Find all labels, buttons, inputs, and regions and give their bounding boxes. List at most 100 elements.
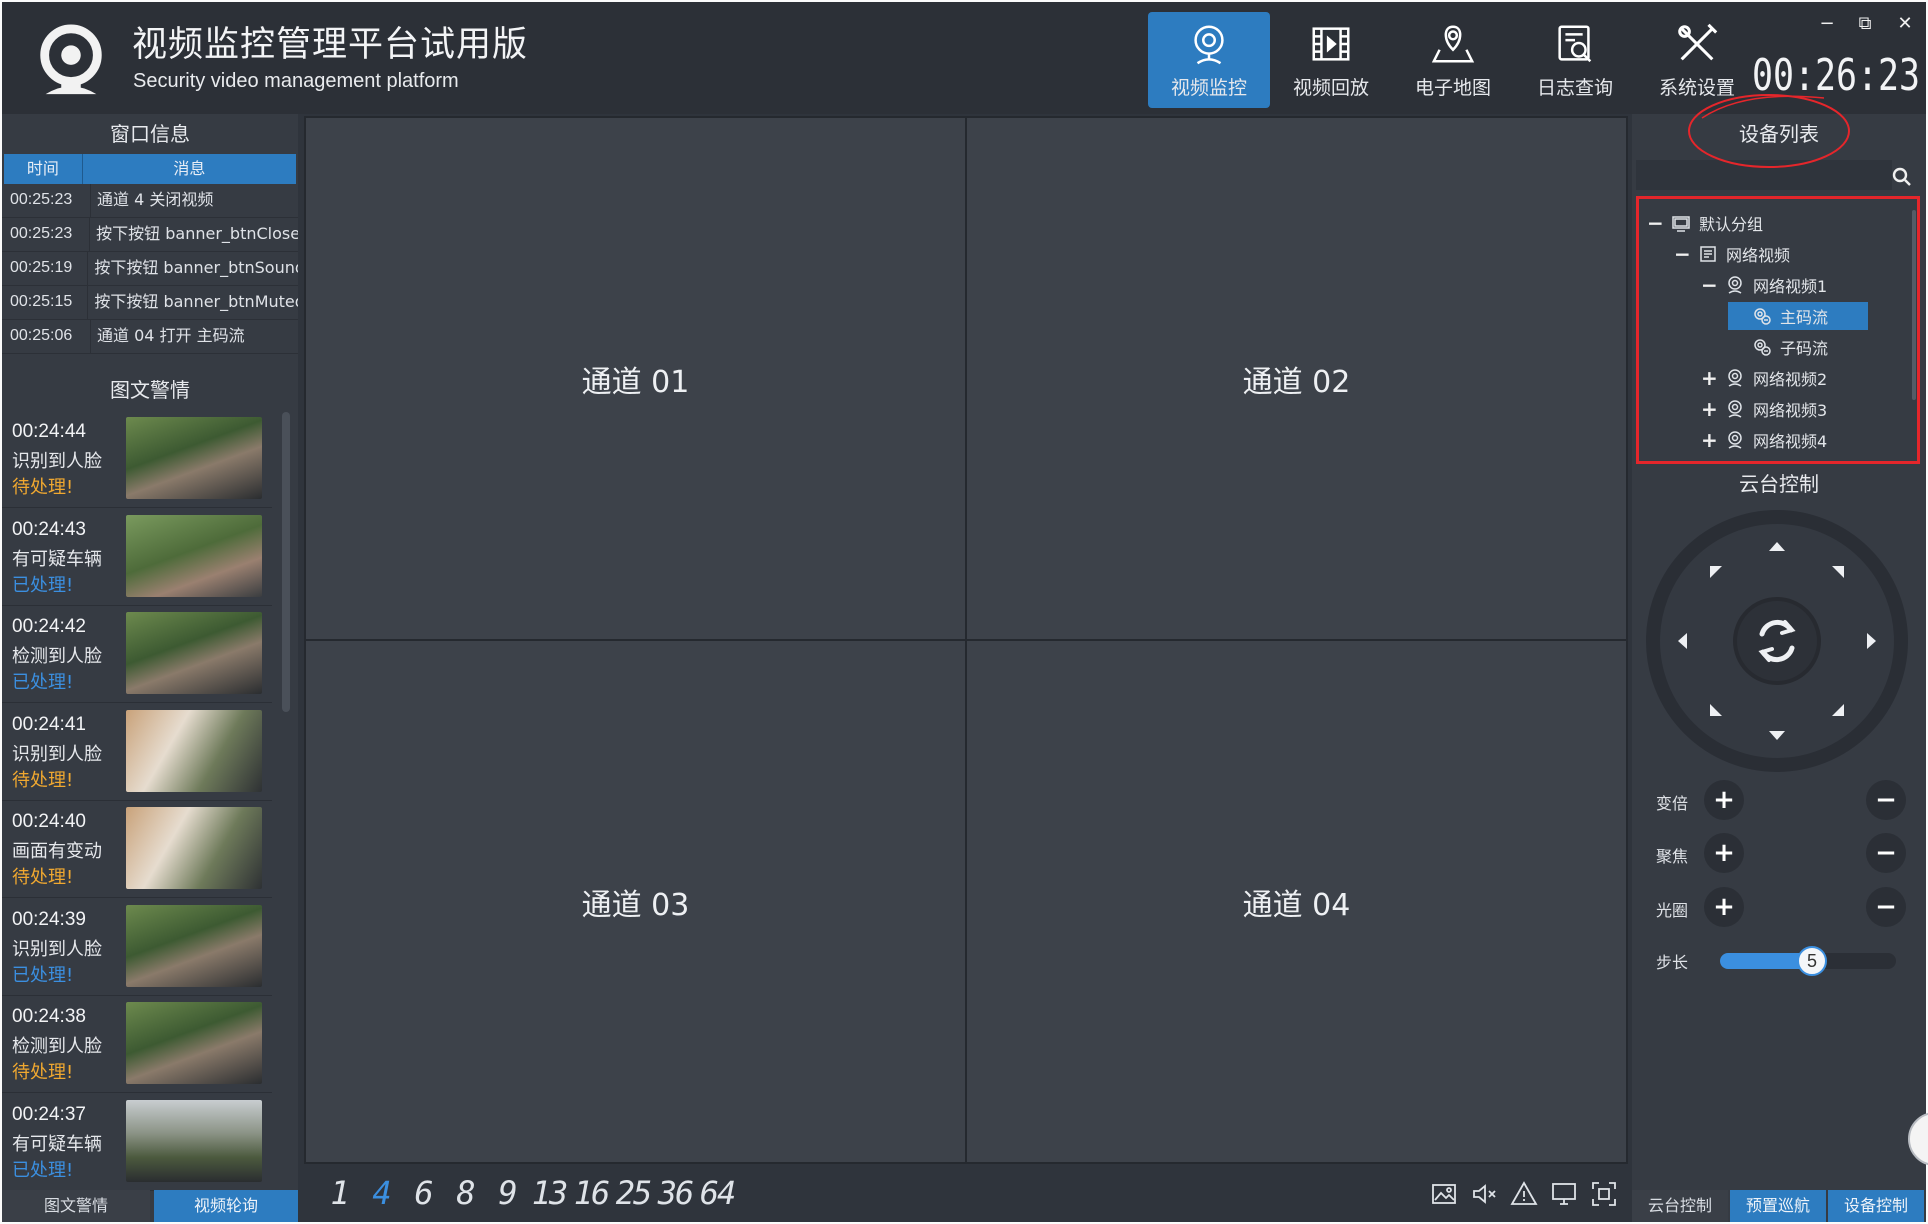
focus-out-button[interactable]: − — [1866, 833, 1906, 873]
nav-system-settings[interactable]: 系统设置 — [1636, 12, 1758, 108]
alarm-desc: 画面有变动 — [12, 841, 102, 862]
message-text: 按下按钮 banner_btnClose — [96, 224, 298, 243]
alarm-item[interactable]: 00:24:44 识别到人脸 待处理! — [2, 411, 272, 508]
alarm-status: 已处理! — [12, 574, 74, 596]
alarm-thumbnail[interactable] — [126, 807, 262, 889]
device-list-title: 设备列表 — [1739, 122, 1819, 146]
nav-video-playback[interactable]: 视频回放 — [1270, 12, 1392, 108]
tree-scrollbar[interactable] — [1912, 210, 1916, 400]
film-icon — [1312, 27, 1350, 61]
tree-node[interactable]: + 网络视频4 — [1701, 426, 1827, 454]
alarm-thumbnail[interactable] — [126, 612, 262, 694]
nav-e-map[interactable]: 电子地图 — [1392, 12, 1514, 108]
step-label: 步长 — [1656, 953, 1689, 972]
right-bottom-tabs: 云台控制 预置巡航 设备控制 — [1632, 1190, 1924, 1222]
minimize-button[interactable]: − — [1814, 10, 1840, 36]
close-button[interactable]: ✕ — [1892, 10, 1918, 36]
layout-option[interactable]: 64 — [696, 1174, 738, 1212]
alarm-desc: 检测到人脸 — [12, 1036, 102, 1057]
alarm-item[interactable]: 00:24:42 检测到人脸 已处理! — [2, 606, 272, 703]
alarm-thumbnail[interactable] — [126, 1002, 262, 1084]
collapse-icon[interactable]: − — [1701, 273, 1718, 297]
message-table-header: 时间 消息 — [4, 154, 296, 184]
ptz-direction-pad — [1646, 510, 1908, 772]
alarm-list: 00:24:44 识别到人脸 待处理! 00:24:43 有可疑车辆 已处理! 00:24:… — [2, 411, 298, 1191]
layout-option[interactable]: 6 — [402, 1174, 444, 1212]
collapse-icon[interactable]: − — [1647, 211, 1664, 235]
iris-close-button[interactable]: − — [1866, 887, 1906, 927]
fullscreen-icon[interactable] — [1590, 1180, 1618, 1208]
layout-option[interactable]: 25 — [612, 1174, 654, 1212]
focus-in-button[interactable]: + — [1704, 833, 1744, 873]
alarm-item[interactable]: 00:24:37 有可疑车辆 已处理! — [2, 1094, 272, 1191]
alarm-status: 待处理! — [12, 769, 74, 791]
alarm-desc: 有可疑车辆 — [12, 548, 102, 570]
layout-option[interactable]: 36 — [654, 1174, 696, 1212]
expand-icon[interactable]: + — [1701, 397, 1718, 421]
tree-node[interactable]: 子码流 — [1728, 333, 1828, 361]
step-slider[interactable]: 5 — [1720, 946, 1896, 976]
group-icon — [1672, 216, 1690, 232]
tree-node[interactable]: + 网络视频2 — [1701, 364, 1827, 392]
channel-4[interactable]: 通道 04 — [967, 641, 1626, 1162]
alarm-scrollbar[interactable] — [282, 412, 290, 712]
tab-preset-cruise[interactable]: 预置巡航 — [1730, 1190, 1826, 1222]
message-text: 按下按钮 banner_btnMuted — [94, 292, 298, 311]
alarm-thumbnail[interactable] — [126, 904, 262, 987]
tree-node-label: 网络视频4 — [1753, 432, 1828, 451]
tree-node[interactable]: − 默认分组 — [1647, 209, 1763, 237]
tab-alarms[interactable]: 图文警情 — [2, 1190, 150, 1222]
zoom-in-button[interactable]: + — [1704, 780, 1744, 820]
alarm-item[interactable]: 00:24:43 有可疑车辆已处理! — [2, 509, 272, 606]
alarm-time: 00:24:38 — [12, 1006, 86, 1027]
channel-3[interactable]: 通道 03 — [306, 641, 965, 1162]
tree-node-label: 网络视频3 — [1753, 401, 1828, 420]
channel-1[interactable]: 通道 01 — [306, 118, 965, 639]
channel-2[interactable]: 通道 02 — [967, 118, 1626, 639]
tree-node-label: 网络视频1 — [1753, 277, 1828, 296]
tree-node[interactable]: − 网络视频 — [1674, 240, 1790, 268]
iris-open-button[interactable]: + — [1704, 887, 1744, 927]
nav-log-query[interactable]: 日志查询 — [1514, 12, 1636, 108]
alarm-thumbnail[interactable] — [126, 709, 262, 792]
column-message: 消息 — [82, 154, 296, 184]
tab-video-polling[interactable]: 视频轮询 — [154, 1190, 298, 1222]
nav-video-monitor[interactable]: 视频监控 — [1148, 12, 1270, 108]
tab-ptz-control[interactable]: 云台控制 — [1632, 1190, 1728, 1222]
layout-option[interactable]: 4 — [360, 1174, 402, 1212]
alarm-item[interactable]: 00:24:38 检测到人脸 待处理! — [2, 996, 272, 1093]
zoom-control: 变倍 + − — [1656, 780, 1916, 820]
expand-icon[interactable]: + — [1701, 366, 1718, 390]
alarm-item[interactable]: 00:24:39 识别到人脸 已处理! — [2, 899, 272, 996]
tree-node[interactable]: − 网络视频1 — [1701, 271, 1827, 299]
message-row: 00:25:06 通道 04 打开 主码流 — [2, 320, 298, 354]
screen-icon[interactable] — [1550, 1180, 1578, 1208]
layout-option[interactable]: 9 — [486, 1174, 528, 1212]
alarm-thumbnail[interactable] — [126, 1099, 262, 1182]
tree-node[interactable]: 主码流 — [1728, 302, 1869, 330]
expand-icon[interactable]: + — [1701, 428, 1718, 452]
alarm-item[interactable]: 00:24:40 画面有变动 待处理! — [2, 801, 272, 898]
layout-option[interactable]: 16 — [570, 1174, 612, 1212]
layout-option[interactable]: 8 — [444, 1174, 486, 1212]
alarm-thumbnail[interactable] — [126, 417, 262, 499]
tree-node[interactable]: + 网络视频3 — [1701, 395, 1827, 423]
alarm-item[interactable]: 00:24:41 识别到人脸 待处理! — [2, 704, 272, 801]
restore-button[interactable]: ⧉ — [1852, 10, 1878, 36]
layout-option[interactable]: 1 — [318, 1174, 360, 1212]
alarm-time: 00:24:43 — [12, 518, 86, 540]
device-search-input[interactable] — [1636, 160, 1892, 190]
collapse-icon[interactable]: − — [1674, 242, 1691, 266]
alarm-icon[interactable] — [1510, 1180, 1538, 1208]
mute-icon[interactable] — [1470, 1180, 1498, 1208]
snapshot-icon[interactable] — [1430, 1180, 1458, 1208]
video-toolbar: 1 4 6 8 9 13 16 25 36 64 — [304, 1170, 1628, 1222]
layout-option[interactable]: 13 — [528, 1174, 570, 1212]
search-button[interactable] — [1882, 160, 1922, 194]
focus-label: 聚焦 — [1656, 847, 1689, 866]
zoom-out-button[interactable]: − — [1866, 780, 1906, 820]
tab-device-control[interactable]: 设备控制 — [1828, 1190, 1924, 1222]
tree-node-label: 主码流 — [1780, 308, 1829, 327]
alarm-thumbnail[interactable] — [126, 514, 262, 597]
step-slider-knob[interactable]: 5 — [1797, 946, 1827, 976]
